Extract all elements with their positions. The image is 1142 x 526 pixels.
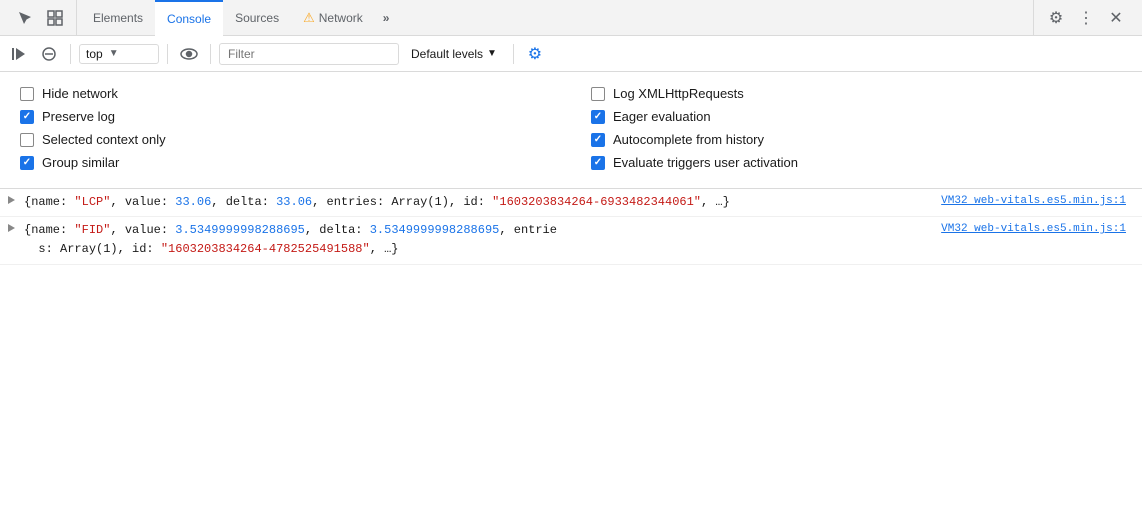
console-output: VM32 web-vitals.es5.min.js:1 {name: "LCP…	[0, 189, 1142, 265]
tab-console[interactable]: Console	[155, 0, 223, 35]
toolbar: top ▼ Default levels ▼ ⚙	[0, 36, 1142, 72]
cursor-icon[interactable]	[12, 5, 38, 31]
inspect-icon[interactable]	[42, 5, 68, 31]
group-similar-label: Group similar	[42, 155, 119, 170]
tab-icons	[4, 0, 77, 35]
toolbar-divider-3	[210, 44, 211, 64]
hide-network-label: Hide network	[42, 86, 118, 101]
toolbar-divider-2	[167, 44, 168, 64]
eager-eval-label: Eager evaluation	[613, 109, 711, 124]
entry-text-lcp: {name: "LCP", value: 33.06, delta: 33.06…	[24, 195, 730, 209]
close-icon[interactable]: ✕	[1102, 4, 1130, 32]
log-xmlhttp-checkbox[interactable]	[591, 87, 605, 101]
settings-panel: Hide network Preserve log Selected conte…	[0, 72, 1142, 189]
tab-network[interactable]: ⚠ Network	[291, 0, 375, 35]
more-tabs-button[interactable]: »	[375, 0, 398, 35]
entry-source-lcp[interactable]: VM32 web-vitals.es5.min.js:1	[941, 193, 1126, 211]
eye-icon[interactable]	[176, 41, 202, 67]
settings-right: Log XMLHttpRequests Eager evaluation Aut…	[591, 82, 1122, 174]
entry-text-fid: {name: "FID", value: 3.5349999998288695,…	[24, 223, 557, 256]
setting-log-xmlhttp[interactable]: Log XMLHttpRequests	[591, 82, 1122, 105]
setting-evaluate-triggers[interactable]: Evaluate triggers user activation	[591, 151, 1122, 174]
context-selector[interactable]: top ▼	[79, 44, 159, 64]
console-settings-icon[interactable]: ⚙	[522, 41, 548, 67]
filter-input[interactable]	[219, 43, 399, 65]
autocomplete-checkbox[interactable]	[591, 133, 605, 147]
network-warning-icon: ⚠	[303, 10, 315, 26]
preserve-log-checkbox[interactable]	[20, 110, 34, 124]
tab-bar: Elements Console Sources ⚠ Network » ⚙ ⋮…	[0, 0, 1142, 36]
execute-context-icon[interactable]	[6, 41, 32, 67]
toolbar-divider-4	[513, 44, 514, 64]
setting-eager-eval[interactable]: Eager evaluation	[591, 105, 1122, 128]
selected-context-label: Selected context only	[42, 132, 166, 147]
right-icons: ⚙ ⋮ ✕	[1033, 0, 1138, 35]
setting-group-similar[interactable]: Group similar	[20, 151, 551, 174]
settings-left: Hide network Preserve log Selected conte…	[20, 82, 551, 174]
log-xmlhttp-label: Log XMLHttpRequests	[613, 86, 744, 101]
hide-network-checkbox[interactable]	[20, 87, 34, 101]
tab-elements[interactable]: Elements	[81, 0, 155, 35]
setting-selected-context[interactable]: Selected context only	[20, 128, 551, 151]
preserve-log-label: Preserve log	[42, 109, 115, 124]
entry-source-fid[interactable]: VM32 web-vitals.es5.min.js:1	[941, 221, 1126, 239]
group-similar-checkbox[interactable]	[20, 156, 34, 170]
selected-context-checkbox[interactable]	[20, 133, 34, 147]
toolbar-divider	[70, 44, 71, 64]
clear-icon[interactable]	[36, 41, 62, 67]
setting-autocomplete[interactable]: Autocomplete from history	[591, 128, 1122, 151]
setting-preserve-log[interactable]: Preserve log	[20, 105, 551, 128]
autocomplete-label: Autocomplete from history	[613, 132, 764, 147]
console-entry-lcp[interactable]: VM32 web-vitals.es5.min.js:1 {name: "LCP…	[0, 189, 1142, 217]
tabs: Elements Console Sources ⚠ Network »	[77, 0, 1033, 35]
tab-sources[interactable]: Sources	[223, 0, 291, 35]
more-options-icon[interactable]: ⋮	[1072, 4, 1100, 32]
evaluate-triggers-label: Evaluate triggers user activation	[613, 155, 798, 170]
entry-toggle-fid[interactable]	[8, 224, 16, 232]
evaluate-triggers-checkbox[interactable]	[591, 156, 605, 170]
settings-icon[interactable]: ⚙	[1042, 4, 1070, 32]
entry-toggle-lcp[interactable]	[8, 196, 16, 204]
eager-eval-checkbox[interactable]	[591, 110, 605, 124]
levels-dropdown[interactable]: Default levels ▼	[403, 44, 505, 64]
console-entry-fid[interactable]: VM32 web-vitals.es5.min.js:1 {name: "FID…	[0, 217, 1142, 264]
setting-hide-network[interactable]: Hide network	[20, 82, 551, 105]
